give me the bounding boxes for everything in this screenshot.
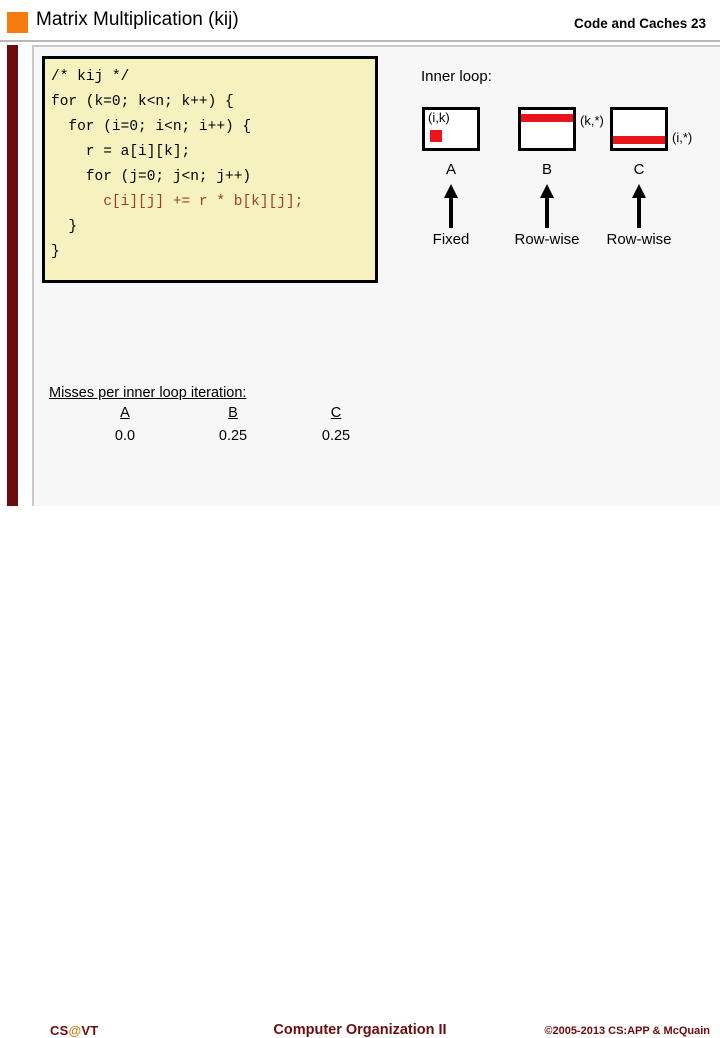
matrix-c-coord-label: (i,*): [672, 130, 693, 145]
left-accent-rail: [7, 45, 18, 506]
matrix-c-name: C: [633, 161, 645, 178]
misses-value-c: 0.25: [321, 428, 351, 444]
matrix-c-row-marker: [613, 136, 665, 144]
matrix-b-name: B: [541, 161, 552, 178]
matrix-a-coord-label: (i,k): [428, 110, 450, 125]
code-block: /* kij */ for (k=0; k<n; k++) { for (i=0…: [42, 56, 378, 283]
matrix-b-access-pattern: Row-wise: [514, 231, 580, 248]
matrix-a-box: (i,k): [422, 107, 480, 151]
slide-header: Matrix Multiplication (kij) Code and Cac…: [0, 0, 720, 41]
page-title: Matrix Multiplication (kij): [36, 9, 239, 30]
matrix-a-access-cell-marker: [430, 130, 442, 142]
misses-column-header-c: C: [330, 405, 342, 421]
matrix-b-row-marker: [521, 114, 573, 122]
misses-column-header-b: B: [228, 405, 238, 421]
matrix-b-box: [518, 107, 576, 151]
matrix-b-coord-label: (k,*): [580, 113, 604, 128]
matrix-c-box: [610, 107, 668, 151]
matrix-c-arrow-icon: [632, 184, 646, 228]
code-plain-suffix: } }: [51, 219, 78, 260]
misses-value-b: 0.25: [218, 428, 248, 444]
slide-footer: CS@VT Computer Organization II ©2005-201…: [0, 506, 720, 1038]
header-section-label: Code and Caches 23: [573, 16, 706, 31]
matrix-c-access-pattern: Row-wise: [606, 231, 672, 248]
inner-loop-heading: Inner loop:: [421, 68, 492, 85]
misses-value-a: 0.0: [114, 428, 136, 444]
matrix-a-access-pattern: Fixed: [432, 231, 470, 248]
matrix-a-name: A: [445, 161, 456, 178]
header-accent-square-icon: [7, 12, 28, 33]
header-divider: [0, 40, 720, 42]
footer-copyright: ©2005-2013 CS:APP & McQuain: [544, 1025, 710, 1037]
code-plain-prefix: /* kij */ for (k=0; k<n; k++) { for (i=0…: [51, 69, 252, 185]
matrix-a-arrow-icon: [444, 184, 458, 228]
misses-table-title: Misses per inner loop iteration:: [49, 385, 247, 401]
matrix-b-arrow-icon: [540, 184, 554, 228]
code-highlighted-line: c[i][j] += r * b[k][j];: [103, 194, 304, 210]
code-text: /* kij */ for (k=0; k<n; k++) { for (i=0…: [51, 65, 375, 265]
misses-column-header-a: A: [120, 405, 130, 421]
